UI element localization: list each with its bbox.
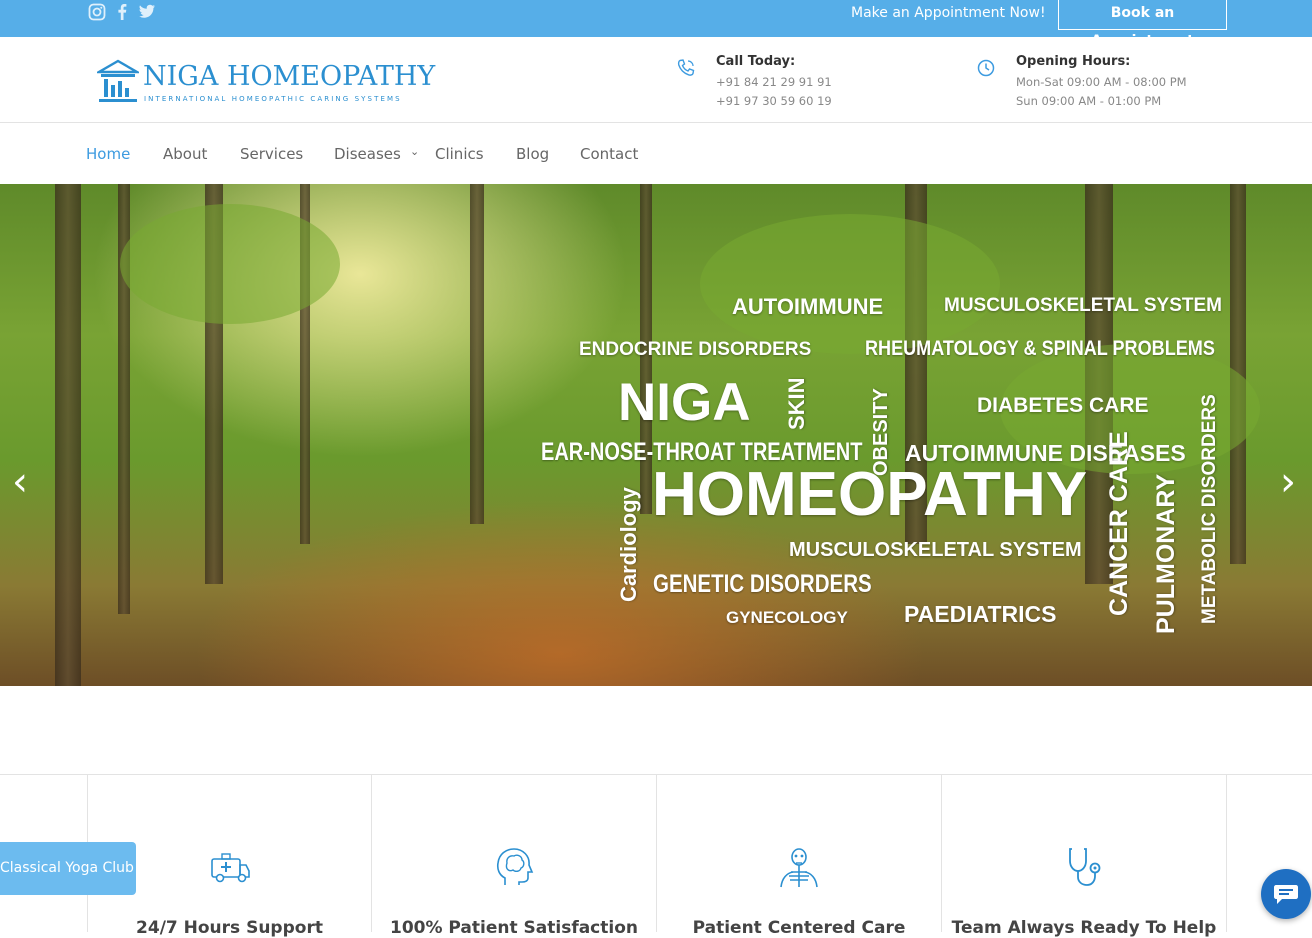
- features-section: 24/7 Hours Support 100% Patient Satisfac…: [0, 774, 1312, 938]
- nav-blog[interactable]: Blog: [516, 145, 549, 163]
- word-homeopathy: HOMEOPATHY: [652, 460, 1088, 529]
- feature-title: 24/7 Hours Support: [136, 918, 323, 938]
- site-header: NIGA HOMEOPATHY INTERNATIONAL HOMEOPATHI…: [0, 37, 1312, 123]
- phone-number-2[interactable]: +91 97 30 59 60 19: [716, 94, 832, 108]
- hours-sunday: Sun 09:00 AM - 01:00 PM: [1016, 94, 1162, 108]
- call-label: Call Today:: [716, 54, 796, 69]
- facebook-icon[interactable]: [116, 3, 128, 25]
- foliage: [120, 204, 340, 324]
- classical-yoga-club-tab[interactable]: Classical Yoga Club: [0, 842, 136, 895]
- nav-contact[interactable]: Contact: [580, 145, 638, 163]
- nav-diseases[interactable]: Diseases: [334, 145, 401, 163]
- word-musculoskeletal: MUSCULOSKELETAL SYSTEM: [944, 295, 1222, 316]
- chat-bubble-icon: [1274, 885, 1298, 904]
- main-nav: Home About Services Diseases ⌄ Clinics B…: [0, 123, 1312, 184]
- hero-slider: ‹ › AUTOIMMUNE MUSCULOSKELETAL SYSTEM EN…: [0, 184, 1312, 686]
- ambulance-icon: [210, 853, 250, 883]
- top-bar: Make an Appointment Now! Book an Appoint…: [0, 0, 1312, 49]
- hours-label: Opening Hours:: [1016, 54, 1131, 69]
- word-paediatrics: PAEDIATRICS: [904, 601, 1057, 627]
- feature-title: 100% Patient Satisfaction: [389, 918, 638, 938]
- phone-icon: [677, 59, 695, 76]
- hours-weekdays: Mon-Sat 09:00 AM - 08:00 PM: [1016, 75, 1187, 89]
- word-endocrine: ENDOCRINE DISORDERS: [579, 339, 812, 360]
- nav-services[interactable]: Services: [240, 145, 303, 163]
- word-cancer-care: CANCER CARE: [1105, 431, 1133, 616]
- chevron-left-icon[interactable]: ‹: [12, 462, 28, 502]
- word-musculoskeletal-2: MUSCULOSKELETAL SYSTEM: [789, 539, 1082, 561]
- nav-about[interactable]: About: [163, 145, 207, 163]
- logo-title: NIGA HOMEOPATHY: [143, 61, 436, 92]
- appointment-cta-text: Make an Appointment Now!: [851, 5, 1046, 21]
- phone-number-1[interactable]: +91 84 21 29 91 91: [716, 75, 832, 89]
- feature-card: 100% Patient Satisfaction: [372, 775, 657, 938]
- book-appointment-button[interactable]: Book an Appointment: [1058, 0, 1227, 49]
- nav-home[interactable]: Home: [86, 145, 130, 163]
- word-genetic: GENETIC DISORDERS: [653, 570, 872, 598]
- feature-title: Team Always Ready To Help: [951, 918, 1217, 938]
- chevron-right-icon[interactable]: ›: [1280, 462, 1296, 502]
- foliage: [700, 214, 1000, 354]
- feature-card: Team Always Ready To Help: [942, 775, 1227, 938]
- feature-title: Patient Centered Care: [692, 918, 906, 938]
- instagram-icon[interactable]: [88, 3, 106, 25]
- site-logo[interactable]: NIGA HOMEOPATHY INTERNATIONAL HOMEOPATHI…: [97, 59, 435, 109]
- word-skin: SKIN: [784, 377, 809, 430]
- clinic-building-icon: [97, 59, 139, 102]
- word-niga: NIGA: [618, 373, 751, 432]
- chat-widget-button[interactable]: [1261, 869, 1311, 919]
- social-links: [88, 3, 156, 25]
- word-autoimmune: AUTOIMMUNE: [732, 294, 884, 319]
- nav-clinics[interactable]: Clinics: [435, 145, 484, 163]
- head-brain-icon: [496, 848, 534, 885]
- tree-trunk: [470, 184, 484, 524]
- chevron-down-icon[interactable]: ⌄: [410, 145, 419, 158]
- word-cardiology: Cardiology: [616, 487, 641, 602]
- stethoscope-icon: [1069, 848, 1101, 886]
- word-diabetes: DIABETES CARE: [977, 394, 1149, 417]
- feature-card: Patient Centered Care: [657, 775, 942, 938]
- word-gynecology: GYNECOLOGY: [726, 608, 848, 627]
- word-pulmonary: PULMONARY: [1152, 473, 1180, 634]
- skeleton-icon: [780, 848, 818, 888]
- word-rheumatology: RHEUMATOLOGY & SPINAL PROBLEMS: [865, 337, 1215, 360]
- logo-tagline: INTERNATIONAL HOMEOPATHIC CARING SYSTEMS: [144, 95, 402, 103]
- twitter-icon[interactable]: [138, 4, 156, 24]
- clock-icon: [977, 59, 995, 77]
- tree-trunk: [55, 184, 81, 686]
- word-metabolic: METABOLIC DISORDERS: [1199, 394, 1220, 624]
